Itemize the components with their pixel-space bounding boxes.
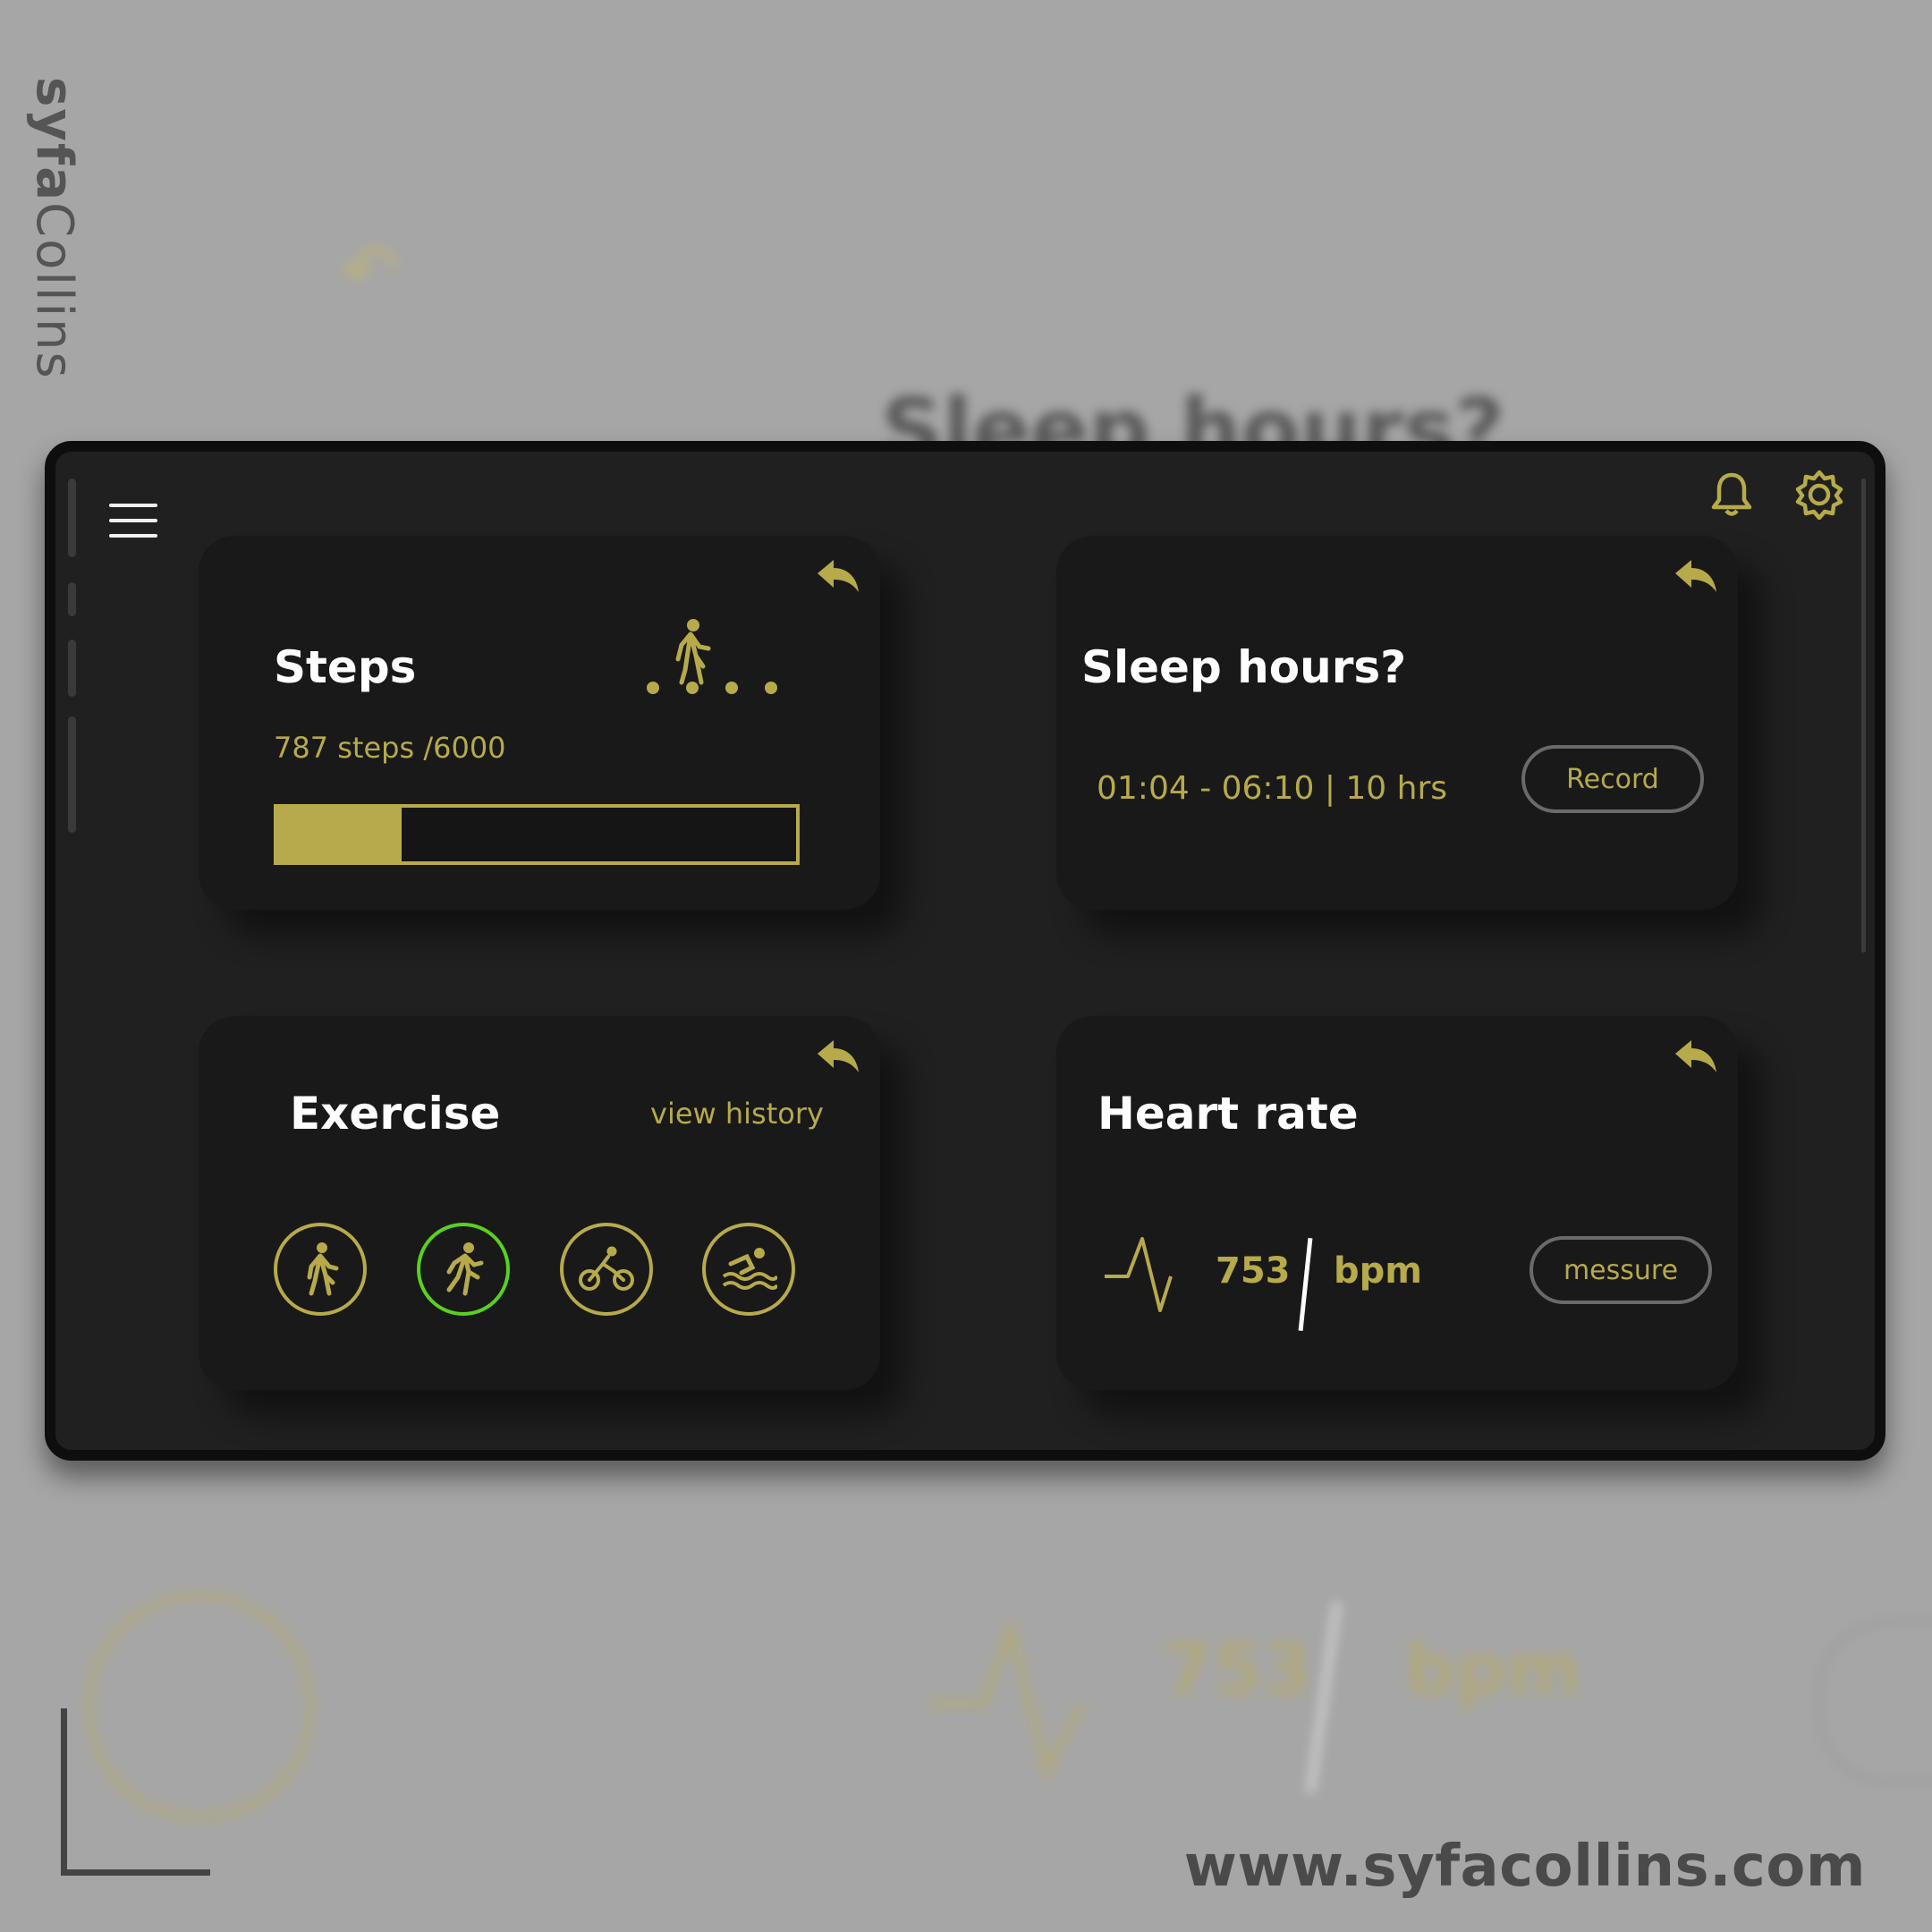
measure-button[interactable]: messure (1530, 1236, 1712, 1304)
heart-rate-unit: bpm (1334, 1250, 1422, 1292)
sleep-title: Sleep hours? (1081, 641, 1407, 693)
exercise-card: Exercise view history (199, 1016, 880, 1390)
steps-title: Steps (274, 641, 417, 693)
walking-dots-icon (647, 619, 777, 694)
hamburger-line (109, 534, 157, 538)
swim-icon[interactable] (702, 1223, 795, 1316)
website-url: www.syfacollins.com (1183, 1834, 1866, 1900)
walk-icon[interactable] (274, 1223, 367, 1316)
share-icon[interactable] (1672, 558, 1718, 594)
side-rail-segment (68, 716, 76, 833)
steps-progress-fill (277, 808, 402, 861)
view-history-link[interactable]: view history (650, 1097, 824, 1131)
brand-vertical-logo: syfaCollins (25, 77, 83, 380)
steps-summary: 787 steps /6000 (274, 731, 506, 765)
share-icon[interactable] (1672, 1038, 1718, 1074)
hamburger-icon (109, 504, 157, 507)
share-icon[interactable] (814, 558, 860, 594)
exercise-title: Exercise (290, 1088, 501, 1140)
background-button (1816, 1619, 1932, 1785)
corner-decoration (61, 1708, 210, 1876)
heart-rate-card: Heart rate 753 bpm messure (1056, 1016, 1738, 1390)
steps-progress-bar (274, 804, 800, 865)
background-share-icon: ↶ (340, 228, 401, 311)
hamburger-line (109, 519, 157, 522)
side-rail-segment (68, 582, 76, 616)
value-divider (1298, 1238, 1313, 1331)
sleep-card: Sleep hours? 01:04 - 06:10 | 10 hrs Reco… (1056, 536, 1738, 910)
scrollbar[interactable] (1861, 479, 1866, 953)
run-icon[interactable] (417, 1223, 510, 1316)
bell-icon[interactable] (1707, 470, 1757, 520)
background-bpm-unit: bpm (1404, 1628, 1581, 1711)
steps-card: Steps 787 steps /6000 (199, 536, 880, 910)
side-rail-segment (68, 640, 76, 697)
side-rail-segment (68, 479, 76, 557)
dashboard-window: Steps 787 steps /6000 Sleep hours? 01:04… (45, 441, 1885, 1461)
share-icon[interactable] (814, 1038, 860, 1074)
bike-icon[interactable] (560, 1223, 653, 1316)
gear-icon[interactable] (1794, 470, 1844, 520)
record-button[interactable]: Record (1521, 745, 1704, 813)
heart-rate-title: Heart rate (1097, 1088, 1359, 1140)
background-pulse-icon (930, 1619, 1086, 1780)
pulse-icon (1105, 1237, 1173, 1312)
menu-button[interactable] (109, 504, 157, 539)
background-bpm-value: 753 (1163, 1628, 1312, 1711)
heart-rate-value: 753 (1216, 1250, 1291, 1292)
sleep-range: 01:04 - 06:10 | 10 hrs (1097, 770, 1448, 807)
